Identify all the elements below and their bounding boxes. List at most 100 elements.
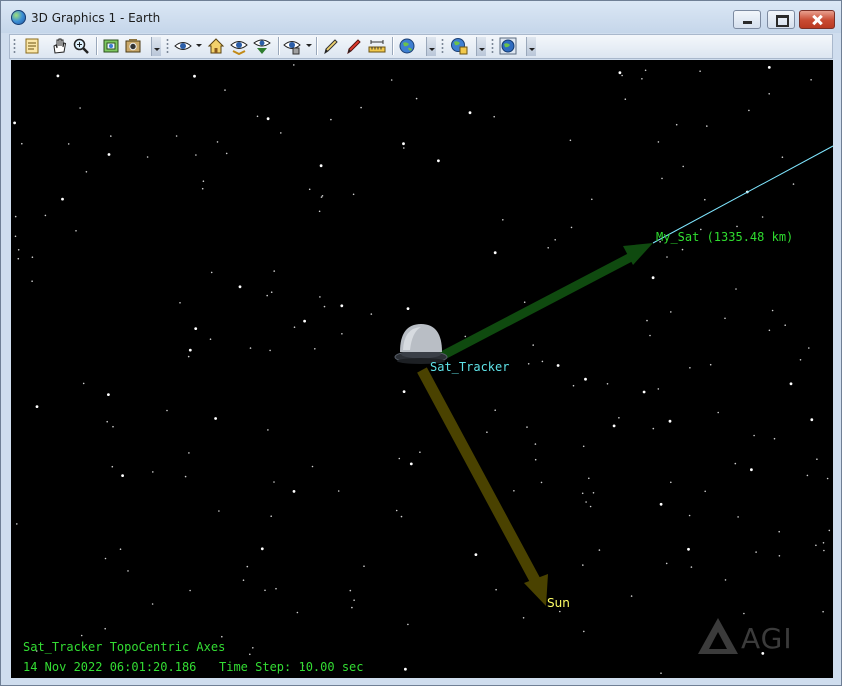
toolbar-grip[interactable] [441,38,444,54]
chevron-down-icon[interactable] [306,44,312,47]
star [591,198,593,201]
my-sat-label: My_Sat (1335.48 km) [656,230,794,244]
star [56,74,60,78]
star [773,437,776,440]
pan-hand-icon[interactable] [50,37,68,55]
star [670,311,672,313]
star [665,562,668,565]
star [360,106,362,109]
star [44,214,47,217]
zoom-icon[interactable] [72,37,90,55]
map-view-icon[interactable] [102,37,120,55]
star [400,515,403,518]
star [659,502,663,506]
star [641,78,643,80]
star [494,409,497,412]
star [618,71,622,75]
star [767,66,771,69]
star [246,565,249,568]
star [189,589,191,592]
star [589,505,592,508]
star [267,429,269,431]
star [688,514,691,517]
close-button[interactable] [799,10,835,29]
star [554,239,556,241]
star [402,390,406,393]
view-from-icon[interactable] [174,37,192,55]
star [768,329,771,332]
star [390,79,393,81]
star [280,132,282,134]
star [31,280,33,282]
star [353,599,355,601]
toolbar-overflow-button[interactable] [426,37,436,56]
star [784,324,786,327]
star [668,419,672,423]
star [107,393,110,396]
star [495,588,497,591]
star [675,123,678,126]
3d-globe-viewport[interactable]: Sat_Tracker My_Sat (1335.48 km) Sun Sat_… [11,60,833,678]
title-bar[interactable]: 3D Graphics 1 - Earth [1,1,841,33]
eraser-pen-icon[interactable] [345,37,363,55]
star [621,74,623,77]
chevron-down-icon[interactable] [196,44,202,47]
object-view-icon[interactable] [283,37,301,55]
annotate-pen-icon[interactable] [322,37,340,55]
star [166,409,168,412]
star [273,481,275,483]
measure-ruler-icon[interactable] [368,37,386,55]
star [270,515,273,517]
toolbar-grip[interactable] [166,38,169,54]
star [79,107,81,109]
star [735,288,737,290]
properties-icon[interactable] [23,37,41,55]
star [224,89,226,91]
star [781,156,784,158]
star [826,477,829,480]
globe-layers-icon[interactable] [450,37,468,55]
star [351,606,353,609]
star [273,270,276,272]
home-view-icon[interactable] [207,37,225,55]
star [201,187,204,190]
star [724,317,726,320]
star [187,355,190,358]
star [734,462,737,465]
star [319,296,321,298]
toolbar-grip[interactable] [491,38,494,54]
star [541,360,544,363]
star [249,653,251,656]
orbit-view-icon[interactable] [230,37,248,55]
star [403,147,405,149]
star [256,115,259,118]
star [768,93,770,95]
snapshot-icon[interactable] [124,37,142,55]
star [293,326,296,329]
toolbar-overflow-button[interactable] [526,37,536,56]
above-view-icon[interactable] [253,37,271,55]
star [296,611,299,614]
star [612,424,616,428]
toolbar-grip[interactable] [13,38,16,54]
star [104,557,107,560]
globe-navigate-icon[interactable] [398,37,416,55]
star [249,347,252,349]
star [588,477,590,480]
star [184,475,187,478]
star [748,109,750,112]
scenario-datetime: 14 Nov 2022 06:01:20.186 [23,660,197,674]
star [216,141,219,143]
toolbar-overflow-button[interactable] [476,37,486,56]
star [318,210,321,213]
globe-tools-icon[interactable] [499,37,517,55]
minimize-button[interactable] [733,10,761,29]
star [523,301,526,303]
maximize-button[interactable] [767,10,795,29]
toolbar-overflow-button[interactable] [151,37,161,56]
star [35,405,39,408]
star [340,304,344,308]
star [649,334,651,337]
star [618,417,620,419]
star [644,69,647,72]
